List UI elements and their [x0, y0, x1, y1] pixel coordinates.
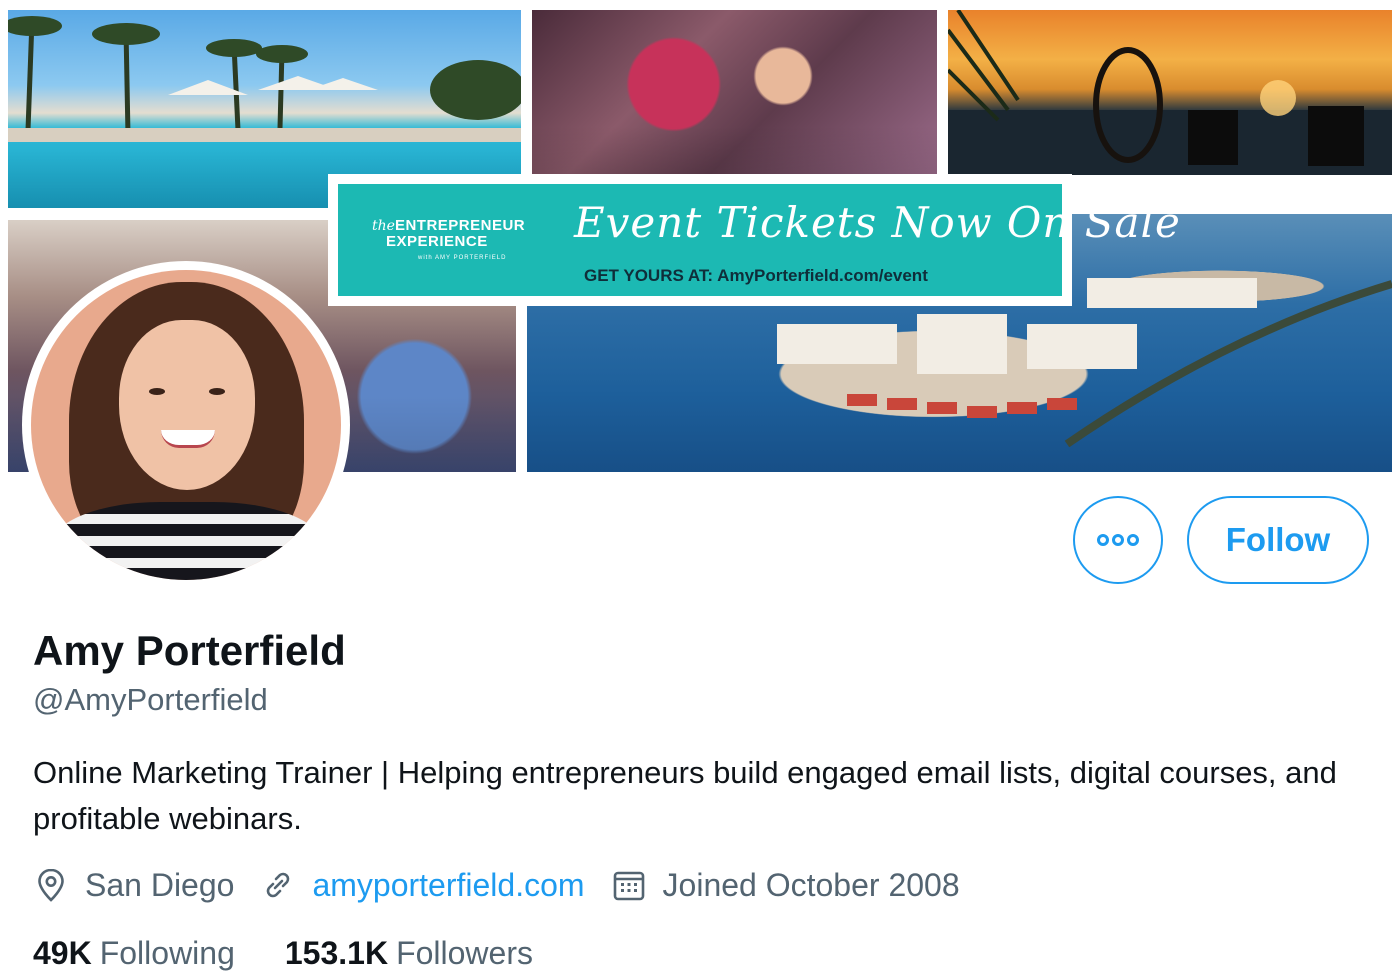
banner-photo-event-hug [532, 10, 937, 175]
joined-text: Joined October 2008 [662, 866, 960, 903]
profile-website[interactable]: amyporterfield.com [260, 867, 585, 904]
profile-stats: 49K Following 153.1K Followers [33, 930, 583, 976]
banner-photo-sunset [948, 10, 1392, 175]
following-count: 49K [33, 934, 92, 971]
following-stat[interactable]: 49K Following [33, 935, 235, 972]
profile-location: San Diego [33, 867, 234, 904]
profile-joined: Joined October 2008 [611, 867, 960, 904]
profile-name: Amy Porterfield [33, 627, 346, 674]
more-dots-icon [1097, 534, 1139, 546]
profile-handle: @AmyPorterfield [33, 682, 268, 717]
website-link[interactable]: amyporterfield.com [312, 867, 584, 904]
event-brand-logo: theENTREPRENEUR EXPERIENCE with AMY PORT… [372, 217, 526, 262]
followers-label: Followers [396, 934, 533, 971]
followers-stat[interactable]: 153.1K Followers [285, 935, 533, 972]
event-promo-card[interactable]: theENTREPRENEUR EXPERIENCE with AMY PORT… [328, 174, 1180, 306]
event-headline: Event Tickets Now On Sale [574, 198, 1181, 247]
location-pin-icon [33, 867, 69, 903]
follow-button[interactable]: Follow [1187, 496, 1369, 584]
more-options-button[interactable] [1073, 496, 1163, 584]
followers-count: 153.1K [284, 934, 389, 971]
link-icon [260, 867, 296, 903]
profile-bio: Online Marketing Trainer | Helping entre… [33, 755, 1337, 836]
sunset-silhouette-graphic [948, 10, 1392, 175]
profile-avatar[interactable] [22, 261, 350, 589]
profile-meta: San Diego amyporterfield.com Joined Octo… [33, 862, 986, 908]
following-label: Following [99, 934, 235, 971]
event-cta-text: GET YOURS AT: AmyPorterfield.com/event [584, 266, 928, 285]
location-text: San Diego [85, 866, 235, 903]
calendar-icon [611, 867, 647, 903]
